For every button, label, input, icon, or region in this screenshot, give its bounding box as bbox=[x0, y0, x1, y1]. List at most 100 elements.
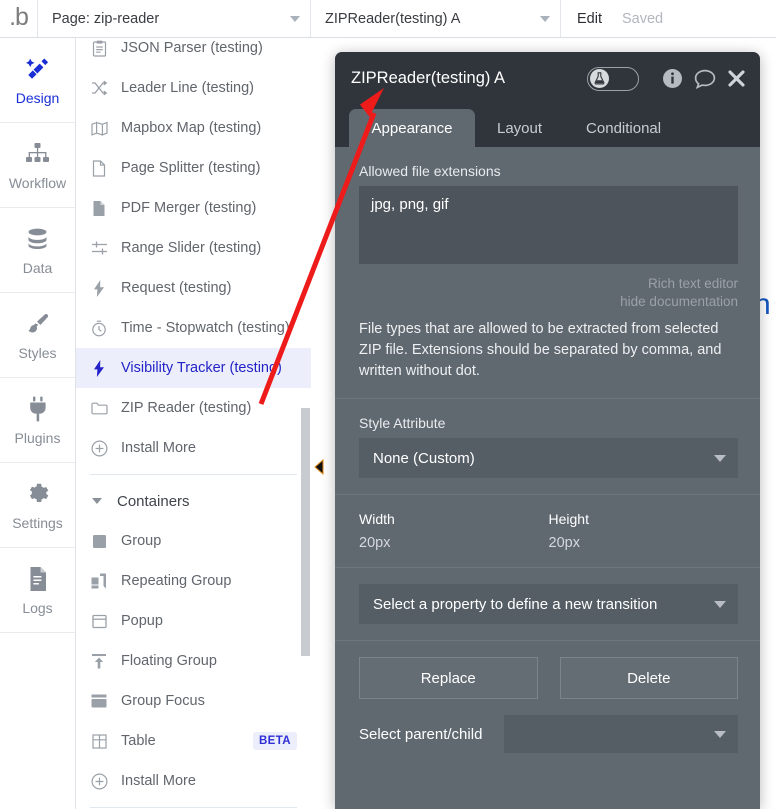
palette-item-label: Floating Group bbox=[121, 653, 217, 669]
palette-item-group[interactable]: Group bbox=[76, 521, 311, 561]
slider-icon bbox=[90, 239, 108, 257]
transition-select[interactable]: Select a property to define a new transi… bbox=[359, 584, 738, 624]
width-field: Width 20px bbox=[359, 511, 549, 551]
palette-item-label: Page Splitter (testing) bbox=[121, 160, 261, 176]
rail-item-label: Settings bbox=[12, 514, 63, 531]
parent-child-row: Select parent/child bbox=[359, 715, 738, 753]
replace-button[interactable]: Replace bbox=[359, 657, 538, 699]
plus-circle-icon bbox=[90, 772, 108, 790]
info-icon[interactable] bbox=[662, 68, 683, 89]
edit-button[interactable]: Edit bbox=[577, 11, 602, 27]
rail-item-design[interactable]: Design bbox=[0, 38, 75, 123]
allowed-extensions-section: Allowed file extensions Rich text editor… bbox=[335, 147, 760, 398]
tab-label: Layout bbox=[497, 119, 543, 137]
hide-documentation-link[interactable]: hide documentation bbox=[359, 293, 738, 311]
palette-item-install-more-plugins[interactable]: Install More bbox=[76, 428, 311, 468]
actions-section: Replace Delete bbox=[335, 641, 760, 715]
data-icon bbox=[25, 225, 50, 253]
property-editor-panel: ZIPReader(testing) A Appearance Layout C… bbox=[335, 52, 760, 809]
plus-circle-icon bbox=[90, 439, 108, 457]
clipboard-icon bbox=[90, 39, 108, 57]
palette-item-time-stopwatch[interactable]: Time - Stopwatch (testing) bbox=[76, 308, 311, 348]
style-attribute-label: Style Attribute bbox=[359, 415, 446, 431]
palette-item-table[interactable]: Table BETA bbox=[76, 721, 311, 761]
rail-item-label: Styles bbox=[18, 344, 57, 361]
bubble-logo[interactable]: .b bbox=[0, 0, 38, 37]
workflow-icon bbox=[25, 140, 50, 168]
palette-item-label: PDF Merger (testing) bbox=[121, 200, 257, 216]
palette-item-visibility-tracker[interactable]: Visibility Tracker (testing) bbox=[76, 348, 311, 388]
palette-divider bbox=[90, 807, 297, 808]
palette-item-install-more-containers[interactable]: Install More bbox=[76, 761, 311, 801]
table-icon bbox=[90, 732, 108, 750]
style-attribute-value: None (Custom) bbox=[373, 449, 475, 467]
parent-child-label: Select parent/child bbox=[359, 725, 483, 743]
saved-status: Saved bbox=[622, 10, 664, 27]
rail-item-label: Design bbox=[15, 89, 60, 106]
palette-item-zip-reader[interactable]: ZIP Reader (testing) bbox=[76, 388, 311, 428]
width-value[interactable]: 20px bbox=[359, 535, 549, 551]
parent-child-section: Select parent/child bbox=[335, 715, 760, 769]
palette-group-containers[interactable]: Containers bbox=[76, 481, 311, 521]
palette-item-json-parser[interactable]: JSON Parser (testing) bbox=[76, 38, 311, 68]
logs-icon bbox=[27, 565, 49, 593]
palette-item-label: Table bbox=[121, 733, 156, 749]
rail-item-styles[interactable]: Styles bbox=[0, 293, 75, 378]
comment-icon[interactable] bbox=[694, 69, 716, 89]
left-nav-rail: Design Workflow Data Styles Plugins Sett… bbox=[0, 38, 76, 809]
palette-item-repeating-group[interactable]: Repeating Group bbox=[76, 561, 311, 601]
editor-meta-links: Rich text editor hide documentation bbox=[359, 275, 738, 311]
parent-child-select[interactable] bbox=[504, 715, 738, 753]
stopwatch-icon bbox=[90, 319, 108, 337]
palette-item-label: Request (testing) bbox=[121, 280, 232, 296]
transition-section: Select a property to define a new transi… bbox=[335, 568, 760, 640]
rich-text-editor-link[interactable]: Rich text editor bbox=[359, 275, 738, 293]
height-value[interactable]: 20px bbox=[549, 535, 739, 551]
palette-item-mapbox-map[interactable]: Mapbox Map (testing) bbox=[76, 108, 311, 148]
rail-item-label: Plugins bbox=[14, 429, 61, 446]
palette-scrollbar-thumb[interactable] bbox=[301, 408, 310, 656]
rail-item-logs[interactable]: Logs bbox=[0, 548, 75, 633]
palette-item-floating-group[interactable]: Floating Group bbox=[76, 641, 311, 681]
delete-button[interactable]: Delete bbox=[559, 657, 738, 699]
element-palette: JSON Parser (testing) Leader Line (testi… bbox=[76, 38, 311, 809]
palette-item-range-slider[interactable]: Range Slider (testing) bbox=[76, 228, 311, 268]
palette-item-group-focus[interactable]: Group Focus bbox=[76, 681, 311, 721]
palette-item-page-splitter[interactable]: Page Splitter (testing) bbox=[76, 148, 311, 188]
tab-conditional[interactable]: Conditional bbox=[564, 109, 683, 147]
palette-item-request[interactable]: Request (testing) bbox=[76, 268, 311, 308]
rail-item-settings[interactable]: Settings bbox=[0, 463, 75, 548]
element-selector[interactable]: ZIPReader(testing) A bbox=[311, 0, 561, 37]
rail-item-label: Data bbox=[22, 259, 53, 276]
allowed-extensions-input[interactable] bbox=[359, 186, 738, 264]
toggle-knob bbox=[590, 69, 609, 88]
palette-item-popup[interactable]: Popup bbox=[76, 601, 311, 641]
tab-label: Conditional bbox=[586, 119, 662, 137]
palette-item-leader-line[interactable]: Leader Line (testing) bbox=[76, 68, 311, 108]
style-attribute-section: Style Attribute None (Custom) bbox=[335, 399, 760, 494]
app-root: .b Page: zip-reader ZIPReader(testing) A… bbox=[0, 0, 776, 809]
design-icon bbox=[25, 55, 51, 83]
chevron-down-icon bbox=[714, 454, 726, 462]
rail-item-data[interactable]: Data bbox=[0, 208, 75, 293]
action-buttons: Replace Delete bbox=[359, 657, 738, 699]
flask-toggle[interactable] bbox=[587, 66, 639, 91]
rail-item-plugins[interactable]: Plugins bbox=[0, 378, 75, 463]
palette-group-label: Containers bbox=[117, 492, 190, 510]
palette-scroll-content: JSON Parser (testing) Leader Line (testi… bbox=[76, 38, 311, 809]
palette-item-label: JSON Parser (testing) bbox=[121, 40, 263, 56]
tab-appearance[interactable]: Appearance bbox=[349, 109, 475, 147]
close-icon[interactable] bbox=[727, 69, 746, 88]
map-icon bbox=[90, 119, 108, 137]
tab-layout[interactable]: Layout bbox=[475, 109, 564, 147]
palette-divider bbox=[90, 474, 297, 475]
page-selector[interactable]: Page: zip-reader bbox=[38, 0, 311, 37]
chevron-down-icon bbox=[92, 498, 102, 504]
style-attribute-select[interactable]: None (Custom) bbox=[359, 438, 738, 478]
rail-item-label: Workflow bbox=[8, 174, 67, 191]
rail-item-label: Logs bbox=[22, 599, 53, 616]
palette-item-pdf-merger[interactable]: PDF Merger (testing) bbox=[76, 188, 311, 228]
rail-item-workflow[interactable]: Workflow bbox=[0, 123, 75, 208]
height-label: Height bbox=[548, 511, 589, 527]
palette-collapse-button[interactable] bbox=[313, 458, 325, 476]
